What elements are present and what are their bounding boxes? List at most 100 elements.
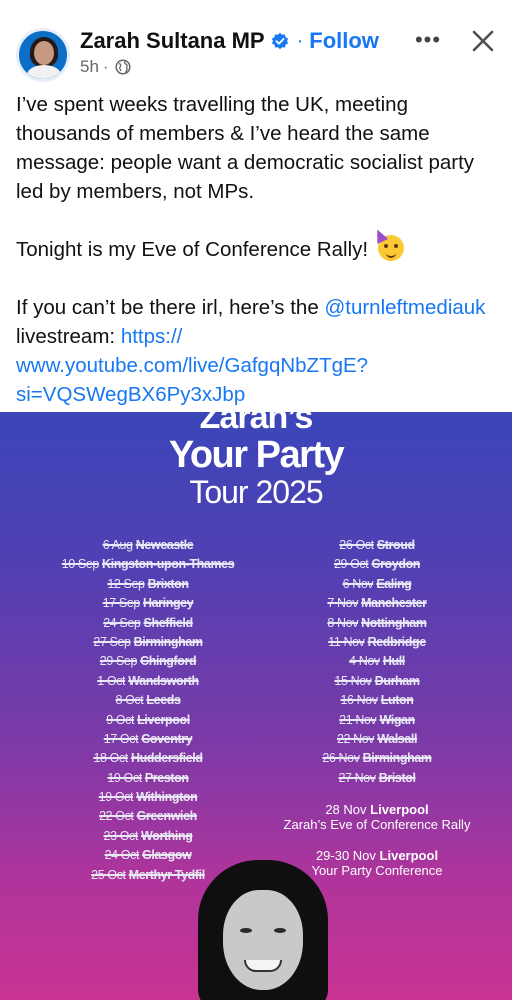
tour-stop: 15 Nov Durham xyxy=(262,674,492,693)
tour-stop-date: 27 Sep xyxy=(93,634,131,649)
tour-stop-date: 22 Nov xyxy=(336,731,375,746)
tour-stop: 1 Oct Wandsworth xyxy=(28,674,268,693)
tour-stop: 27 Sep Birmingham xyxy=(28,635,268,654)
more-options-icon[interactable]: ••• xyxy=(412,26,444,54)
portrait-smile xyxy=(244,960,282,972)
tour-stop-date: 18 Oct xyxy=(93,751,128,766)
mention-link[interactable]: @turnleftmediauk xyxy=(324,296,485,319)
tour-stop: 26 Nov Birmingham xyxy=(262,751,492,770)
tour-stop: 12 Sep Brixton xyxy=(28,577,268,596)
close-icon[interactable] xyxy=(466,24,500,58)
post-time[interactable]: 5h xyxy=(80,57,99,77)
post-paragraph-2: Tonight is my Eve of Conference Rally! xyxy=(16,227,502,264)
follow-button[interactable]: Follow xyxy=(309,28,379,54)
tour-stop-city: Liverpool xyxy=(137,712,190,727)
tour-stop: 22 Oct Greenwich xyxy=(28,809,268,828)
tour-stop-date: 8 Nov xyxy=(327,615,359,630)
tour-stop-city: Wandsworth xyxy=(128,673,199,688)
poster-subtitle: Tour 2025 xyxy=(189,474,323,510)
tour-stop-city: Stroud xyxy=(376,538,415,552)
tour-stop-date: 29 Oct xyxy=(333,557,369,572)
event-rally-city: Liverpool xyxy=(370,802,429,817)
tour-stop-city: Huddersfield xyxy=(130,751,203,766)
tour-stop: 24 Sep Sheffield xyxy=(28,616,268,635)
tour-stop-date: 16 Nov xyxy=(340,693,378,708)
tour-stop: 29 Oct Croydon xyxy=(262,557,492,576)
tour-stop: 17 Oct Coventry xyxy=(28,732,268,751)
tour-stop-city: Worthing xyxy=(141,828,193,843)
tour-stop-city: Chingford xyxy=(140,654,197,669)
globe-icon[interactable] xyxy=(115,59,131,75)
portrait-eye xyxy=(274,928,286,933)
tour-stop: 17 Sep Haringey xyxy=(28,596,268,615)
tour-stops-right: 26 Oct Stroud 29 Oct Croydon 6 Nov Ealing 7… xyxy=(262,538,492,790)
event-rally-caption: Zarah’s Eve of Conference Rally xyxy=(283,817,471,832)
tour-stop-date: 1 Oct xyxy=(97,673,126,688)
tour-stop-city: Luton xyxy=(380,693,414,708)
portrait-eye xyxy=(240,928,252,933)
tour-stop: 16 Nov Luton xyxy=(262,693,492,712)
portrait-face xyxy=(223,890,303,990)
tour-stop-date: 6 Aug xyxy=(102,538,133,552)
tour-stop: 6 Aug Newcastle xyxy=(28,538,268,557)
author-name[interactable]: Zarah Sultana MP xyxy=(80,28,265,54)
tour-stop-city: Birmingham xyxy=(362,751,432,766)
tour-stop-date: 26 Oct xyxy=(339,538,374,552)
tour-stop-date: 24 Sep xyxy=(103,615,141,630)
post-meta: 5h · xyxy=(80,56,131,78)
tour-stop: 19 Oct Preston xyxy=(28,771,268,790)
tour-stop: 18 Oct Huddersfield xyxy=(28,751,268,770)
tour-stop: 10 Sep Kingston-upon-Thames xyxy=(28,557,268,576)
event-rally-date: 28 Nov xyxy=(325,802,367,817)
post-paragraph-2-text: Tonight is my Eve of Conference Rally! xyxy=(16,238,369,261)
meta-separator: · xyxy=(102,57,109,76)
tour-stop-city: Kingston-upon-Thames xyxy=(102,557,235,572)
poster-title: Your Party xyxy=(168,434,345,476)
tour-stop-date: 9 Oct xyxy=(106,712,135,727)
tour-stop-date: 17 Sep xyxy=(102,596,141,611)
tour-stop: 29 Sep Chingford xyxy=(28,654,268,673)
tour-stop-city: Withington xyxy=(136,790,198,805)
tour-stop-date: 7 Nov xyxy=(327,596,359,611)
tour-stop-city: Sheffield xyxy=(143,615,194,630)
post-paragraph-3: If you can’t be there irl, here’s the @t… xyxy=(16,293,502,409)
tour-stop-city: Greenwich xyxy=(136,809,198,824)
tour-stop: 8 Nov Nottingham xyxy=(262,616,492,635)
tour-stop-city: Redbridge xyxy=(367,634,427,649)
tour-stop-city: Birmingham xyxy=(133,634,203,649)
post-paragraph-3-middle: livestream: xyxy=(16,325,116,348)
tour-stop-city: Croydon xyxy=(371,557,421,572)
follow-separator: · xyxy=(296,29,304,52)
tour-stop: 27 Nov Bristol xyxy=(262,771,492,790)
avatar-face xyxy=(34,41,54,65)
tour-stop-city: Manchester xyxy=(361,596,427,611)
tour-stop-date: 22 Oct xyxy=(99,809,134,824)
avatar[interactable] xyxy=(16,28,70,82)
tour-stop-date: 27 Nov xyxy=(338,770,376,785)
tour-stop-date: 15 Nov xyxy=(334,673,372,688)
tour-stop-city: Bristol xyxy=(378,770,416,785)
verified-badge-icon xyxy=(271,32,288,50)
tour-stop: 19 Oct Withington xyxy=(28,790,268,809)
tour-stop-city: Brixton xyxy=(147,576,189,591)
tour-stop-date: 6 Nov xyxy=(342,576,374,591)
tour-stop: 8 Oct Leeds xyxy=(28,693,268,712)
tour-stop-date: 29 Sep xyxy=(99,654,138,669)
tour-stop-date: 4 Nov xyxy=(349,654,380,669)
tour-stop-date: 19 Oct xyxy=(107,770,142,785)
tour-stop: 11 Nov Redbridge xyxy=(262,635,492,654)
tour-stop-date: 25 Oct xyxy=(91,867,126,882)
tour-stop-city: Durham xyxy=(374,673,420,688)
tour-stop: 7 Nov Manchester xyxy=(262,596,492,615)
event-conference-city: Liverpool xyxy=(379,848,439,863)
post-header: Zarah Sultana MP · Follow 5h · ••• xyxy=(0,0,512,88)
tour-stop-city: Leeds xyxy=(146,693,181,708)
tour-stop-date: 23 Oct xyxy=(103,828,139,843)
tour-stop: 9 Oct Liverpool xyxy=(28,713,268,732)
tour-stop: 4 Nov Hull xyxy=(262,654,492,673)
tour-stop: 23 Oct Worthing xyxy=(28,829,268,848)
tour-stop-city: Newcastle xyxy=(135,538,194,552)
tour-poster-image[interactable]: Zarah’s Your Party Tour 2025 6 Aug Newca… xyxy=(0,412,512,1000)
tour-stop-date: 21 Nov xyxy=(339,712,377,727)
tour-stop-city: Wigan xyxy=(379,712,415,727)
